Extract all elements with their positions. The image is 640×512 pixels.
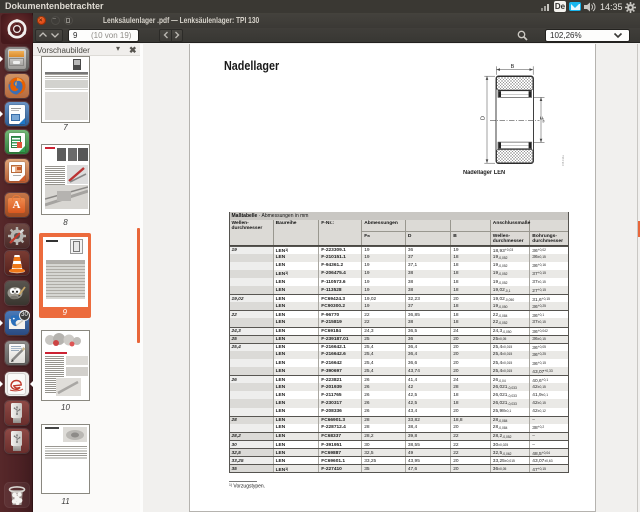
svg-text:D: D (481, 116, 487, 120)
svg-text:w: w (542, 120, 546, 123)
svg-text:156 134a: 156 134a (561, 155, 565, 166)
svg-text:B: B (511, 64, 515, 70)
